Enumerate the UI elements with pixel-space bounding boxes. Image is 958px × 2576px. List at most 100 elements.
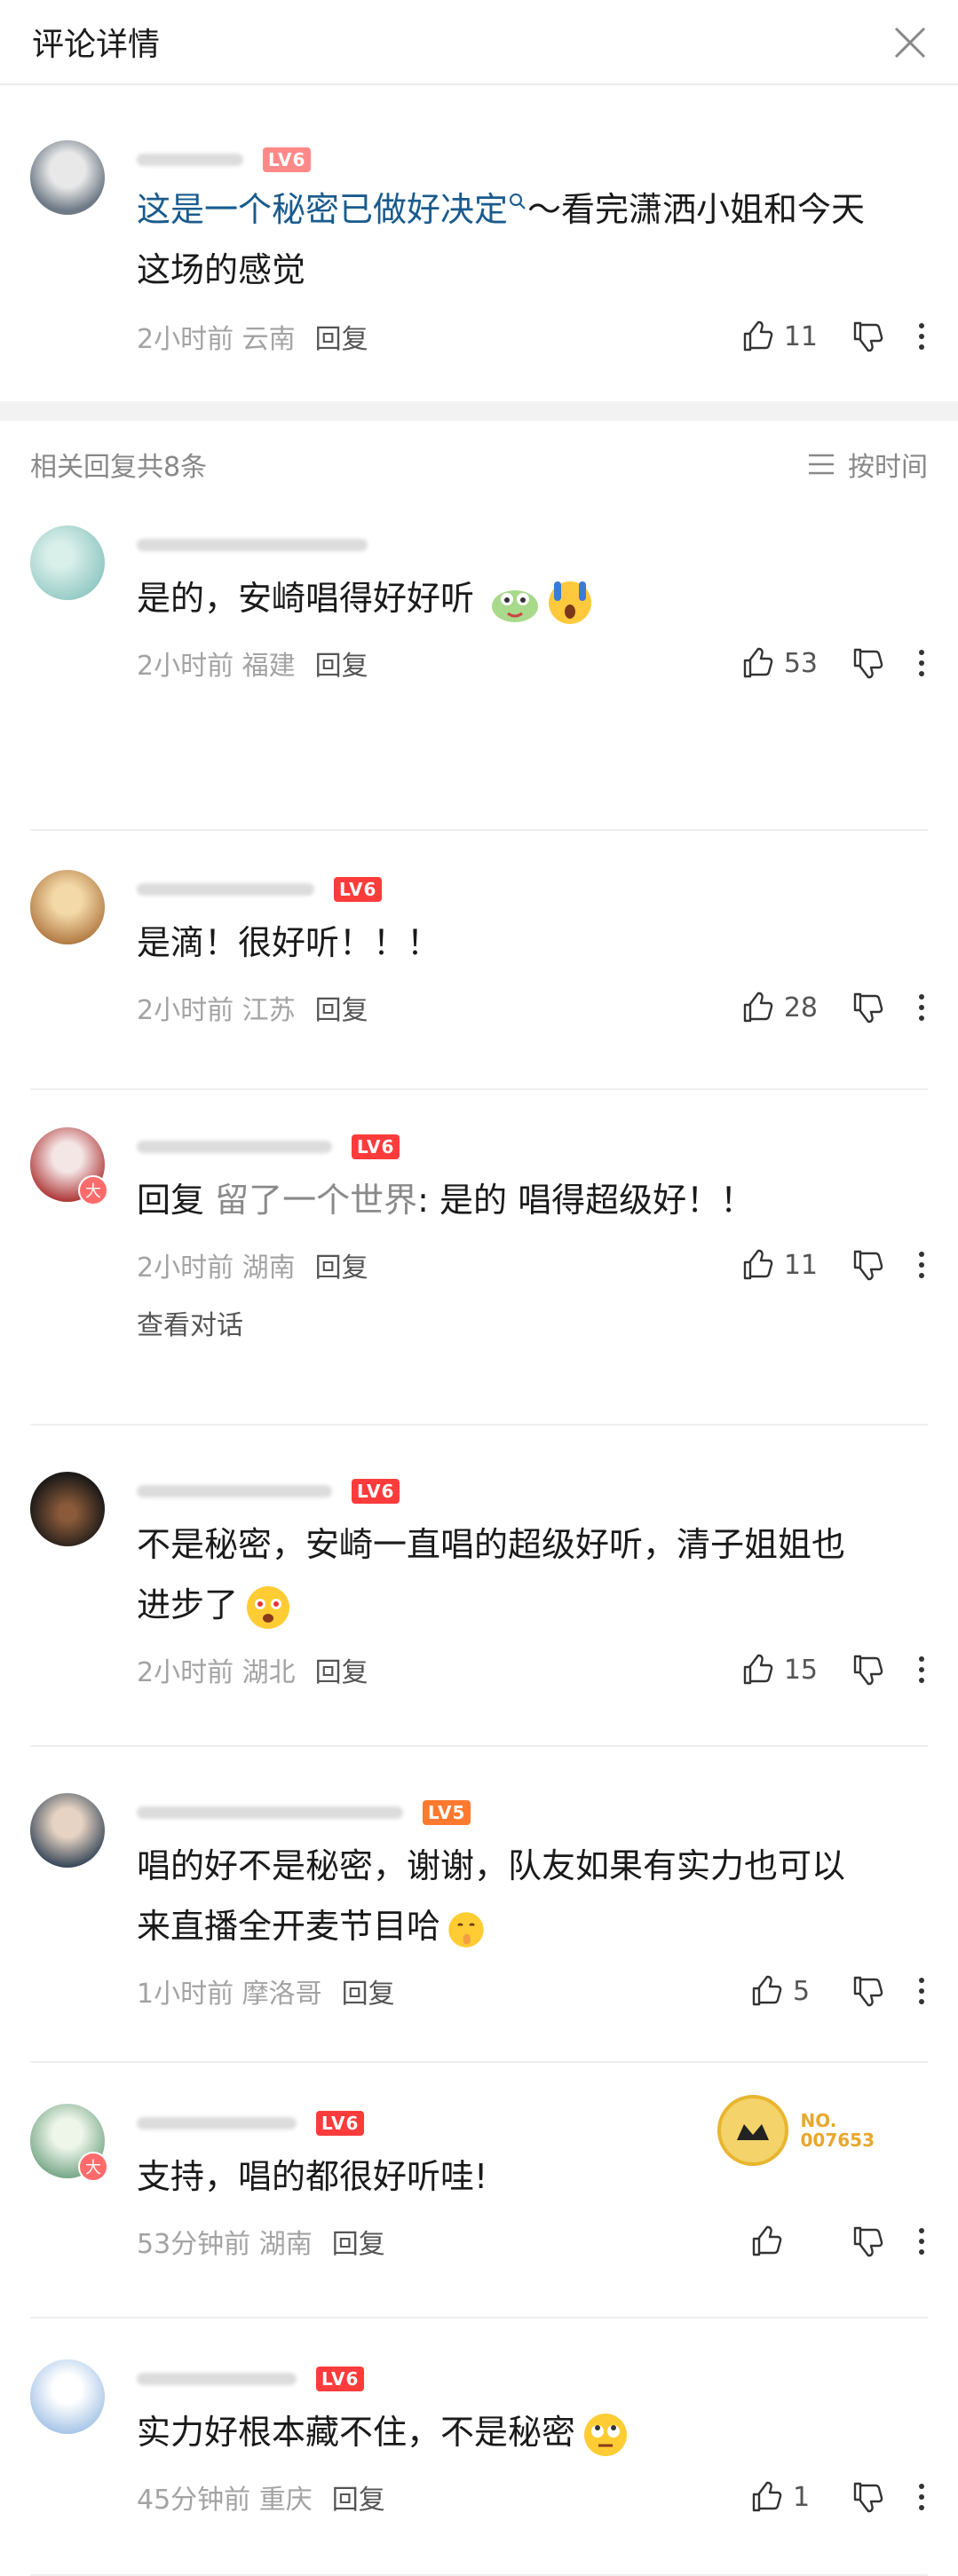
avatar[interactable] [30,1793,105,1868]
like-button[interactable]: 53 [740,645,818,681]
location: 云南 [241,324,296,355]
level-badge: LV6 [334,877,383,902]
comment-meta: 1小时前 摩洛哥 回复 5 [137,1960,928,2022]
avatar[interactable] [30,2359,105,2434]
thumbs-down-icon[interactable] [850,2479,885,2515]
thumbs-down-icon[interactable] [850,2224,885,2259]
more-options-icon[interactable] [915,990,928,1025]
username-blurred[interactable] [137,2117,297,2130]
thumbs-down-icon[interactable] [850,645,885,681]
more-options-icon[interactable] [915,1973,928,2009]
reply-item: 大 LV6 NO. 007653 支持，唱的都很好听哇! 53分钟前 湖南 回复 [30,2063,928,2319]
thumbs-down-icon[interactable] [850,1652,885,1687]
view-conversation-link[interactable]: 查看对话 [137,1303,928,1342]
reply-button[interactable]: 回复 [315,988,368,1027]
medal-number: 007653 [800,2130,875,2151]
like-button[interactable]: 15 [740,1652,818,1687]
username-blurred[interactable] [137,2373,297,2385]
topic-link[interactable]: 这是一个秘密已做好决定 [137,190,508,229]
comment-meta: 45分钟前 重庆 回复 1 [137,2466,928,2528]
username-blurred[interactable] [137,1485,332,1497]
avatar[interactable] [30,870,105,944]
thumbs-down-icon[interactable] [850,1247,885,1283]
more-options-icon[interactable] [915,2224,928,2259]
comment-text: 实力好根本藏不住，不是秘密 [137,2402,928,2462]
thumbs-up-icon [748,2224,784,2259]
level-badge: LV6 [316,2111,365,2136]
thumbs-up-icon [748,1973,784,2009]
more-options-icon[interactable] [915,1247,928,1283]
reply-button[interactable]: 回复 [315,644,368,683]
avatar[interactable] [30,140,105,215]
time: 1小时前 [137,1979,234,2010]
sort-button[interactable]: 按时间 [807,445,928,484]
location: 湖南 [241,1252,296,1284]
comment-meta: 2小时前 福建 回复 53 [137,632,928,694]
username-blurred[interactable] [137,1806,403,1819]
username-blurred[interactable] [137,539,368,551]
reply-button[interactable]: 回复 [342,1972,395,2011]
avatar[interactable] [30,525,105,600]
like-button[interactable]: 5 [748,1973,818,2009]
reply-button[interactable]: 回复 [315,1650,368,1689]
more-options-icon[interactable] [915,1652,928,1687]
shush-emoji-icon [446,1908,487,1949]
reply-item: 是的，安崎唱得好好听 2小时前 福建 回复 53 [30,508,928,831]
thumbs-down-icon[interactable] [850,1973,885,2009]
starstruck-emoji-icon [243,1583,293,1632]
thumbs-up-icon [740,1652,775,1687]
like-count: 15 [783,1654,818,1686]
reply-button[interactable]: 回复 [315,1245,368,1284]
thumbs-up-icon [748,2479,784,2515]
avatar[interactable]: 大 [30,1127,108,1205]
reply-target-link[interactable]: 留了一个世界 [215,1181,417,1220]
avatar[interactable] [30,1472,105,1546]
comment-text-part: 唱的好不是秘密，谢谢，队友如果有实力也可以 [137,1846,846,1885]
comment-meta: 2小时前 湖北 回复 15 [137,1639,928,1701]
reply-button[interactable]: 回复 [315,317,368,356]
location: 重庆 [258,2485,313,2516]
thumbs-up-icon [740,645,775,681]
comment-text-part: : 是的 唱得超级好！！ [417,1181,755,1220]
search-icon [510,194,526,209]
vip-badge: 大 [78,2152,108,2182]
thumbs-down-icon[interactable] [850,319,885,354]
time: 2小时前 [137,1252,234,1284]
comment-text-part: 进步了 [137,1585,239,1624]
reply-count: 相关回复共8条 [30,452,208,483]
username-blurred[interactable] [137,1141,332,1153]
reply-button[interactable]: 回复 [332,2222,385,2261]
like-button[interactable]: 11 [740,1247,818,1283]
like-button[interactable]: 11 [740,319,818,354]
comment-meta: 2小时前 云南 回复 11 [137,305,928,367]
comment-text: 是滴！很好听！！！ [137,923,441,962]
location: 江苏 [241,995,296,1026]
comment-text: 是的，安崎唱得好好听 [137,568,928,628]
more-options-icon[interactable] [915,2479,928,2515]
like-button[interactable]: 28 [740,990,818,1025]
reply-button[interactable]: 回复 [332,2477,385,2517]
time: 2小时前 [137,1657,234,1688]
avatar[interactable]: 大 [30,2104,108,2182]
like-button[interactable] [748,2224,818,2259]
like-count: 1 [793,2481,811,2513]
close-icon[interactable] [883,16,937,69]
thumbs-down-icon[interactable] [850,990,885,1025]
like-count: 11 [783,1249,818,1281]
medal-icon [717,2095,788,2166]
reply-item: LV5 唱的好不是秘密，谢谢，队友如果有实力也可以 来直播全开麦节目哈 1小时前… [30,1747,928,2063]
location: 摩洛哥 [241,1979,322,2010]
reply-item: LV6 是滴！很好听！！！ 2小时前 江苏 回复 28 [30,831,928,1090]
more-options-icon[interactable] [915,319,928,354]
location: 湖南 [258,2229,313,2260]
time: 45分钟前 [137,2485,251,2516]
more-options-icon[interactable] [915,645,928,681]
comment-text: 回复 留了一个世界: 是的 唱得超级好！！ [137,1170,928,1230]
like-button[interactable]: 1 [748,2479,818,2515]
time: 2小时前 [137,324,234,355]
fan-medal: NO. 007653 [717,2095,875,2166]
time: 2小时前 [137,651,234,682]
username-blurred[interactable] [137,154,243,166]
like-count: 5 [793,1975,811,2007]
username-blurred[interactable] [137,883,314,896]
